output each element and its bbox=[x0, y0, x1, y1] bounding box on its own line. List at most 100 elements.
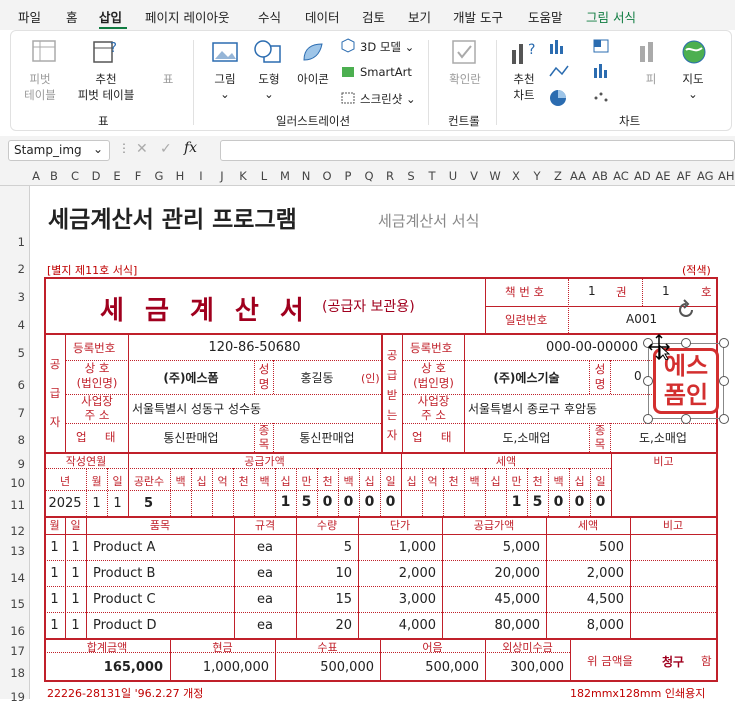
column-header[interactable]: K bbox=[235, 169, 251, 183]
column-header[interactable]: AG bbox=[697, 169, 714, 183]
map-icon bbox=[682, 40, 706, 64]
column-header[interactable]: V bbox=[466, 169, 482, 183]
column-header[interactable]: A bbox=[28, 169, 44, 183]
column-header[interactable]: S bbox=[403, 169, 419, 183]
tax-digit: 0 bbox=[574, 494, 585, 510]
map-button[interactable]: 지도 ⌄ bbox=[678, 71, 708, 101]
column-header[interactable]: AH bbox=[718, 169, 735, 183]
pivotchart-button[interactable]: 피 bbox=[637, 71, 665, 87]
resize-handle-sw[interactable] bbox=[643, 414, 653, 424]
column-header[interactable]: C bbox=[67, 169, 83, 183]
row-header[interactable]: 1 bbox=[18, 235, 25, 249]
pivot-table-button[interactable]: 피벗 테이블 bbox=[20, 71, 60, 103]
resize-handle-w[interactable] bbox=[643, 376, 653, 386]
column-header[interactable]: Z bbox=[550, 169, 566, 183]
resize-handle-e[interactable] bbox=[719, 376, 729, 386]
row-header[interactable]: 15 bbox=[10, 597, 25, 611]
row-header[interactable]: 6 bbox=[18, 378, 25, 392]
shapes-button[interactable]: 도형 ⌄ bbox=[252, 71, 286, 101]
row-header[interactable]: 12 bbox=[10, 524, 25, 538]
icons-button[interactable]: 아이콘 bbox=[292, 71, 334, 87]
row-header[interactable]: 7 bbox=[18, 406, 25, 420]
column-header[interactable]: AE bbox=[655, 169, 671, 183]
tab-insert[interactable]: 삽입 bbox=[99, 7, 122, 26]
item-price: 1,000 bbox=[398, 540, 436, 555]
row-header[interactable]: 8 bbox=[18, 433, 25, 447]
row-header[interactable]: 16 bbox=[10, 624, 25, 638]
column-header[interactable]: T bbox=[424, 169, 440, 183]
tab-page-layout[interactable]: 페이지 레이아웃 bbox=[145, 7, 229, 26]
column-header[interactable]: D bbox=[88, 169, 104, 183]
row-header[interactable]: 10 bbox=[10, 476, 25, 490]
resize-handle-ne[interactable] bbox=[719, 338, 729, 348]
smartart-button[interactable]: SmartArt bbox=[360, 65, 412, 79]
row-header[interactable]: 19 bbox=[10, 690, 25, 704]
formula-input[interactable] bbox=[220, 140, 735, 161]
column-header[interactable]: G bbox=[151, 169, 167, 183]
recommended-pivot-button[interactable]: 추천 피벗 테이블 bbox=[66, 71, 146, 103]
name-box[interactable]: Stamp_img ⌄ bbox=[8, 140, 110, 161]
enter-icon[interactable]: ✓ bbox=[160, 141, 172, 157]
column-header[interactable]: H bbox=[172, 169, 188, 183]
row-header[interactable]: 3 bbox=[18, 290, 25, 304]
column-header[interactable]: Y bbox=[529, 169, 545, 183]
column-header[interactable]: AC bbox=[613, 169, 629, 183]
row-header[interactable]: 11 bbox=[10, 498, 25, 512]
column-header[interactable]: X bbox=[508, 169, 524, 183]
checkbox-button[interactable]: 확인란 bbox=[440, 71, 490, 87]
tab-formulas[interactable]: 수식 bbox=[258, 7, 281, 26]
column-header[interactable]: I bbox=[193, 169, 209, 183]
column-header[interactable]: W bbox=[487, 169, 503, 183]
formula-more-icon[interactable]: ⋮ bbox=[118, 141, 130, 155]
column-header[interactable]: B bbox=[46, 169, 62, 183]
tab-help[interactable]: 도움말 bbox=[528, 7, 563, 26]
row-header[interactable]: 4 bbox=[18, 318, 25, 332]
tab-review[interactable]: 검토 bbox=[362, 7, 385, 26]
column-header[interactable]: AA bbox=[570, 169, 586, 183]
tab-file[interactable]: 파일 bbox=[18, 7, 41, 26]
column-header[interactable]: AF bbox=[676, 169, 692, 183]
cancel-icon[interactable]: ✕ bbox=[136, 141, 148, 157]
column-header[interactable]: P bbox=[340, 169, 356, 183]
tab-view[interactable]: 보기 bbox=[408, 7, 431, 26]
tab-picture-format[interactable]: 그림 서식 bbox=[586, 7, 636, 26]
chart-types-2-icon bbox=[593, 39, 609, 102]
row-header[interactable]: 9 bbox=[18, 457, 25, 471]
column-header[interactable]: L bbox=[256, 169, 272, 183]
row-header[interactable]: 17 bbox=[10, 644, 25, 658]
receiver-biz-label: 업 태 bbox=[412, 430, 452, 444]
column-header[interactable]: U bbox=[445, 169, 461, 183]
row-header[interactable]: 14 bbox=[10, 571, 25, 585]
column-header[interactable]: R bbox=[382, 169, 398, 183]
tab-home[interactable]: 홈 bbox=[66, 7, 78, 26]
row-header[interactable]: 2 bbox=[18, 262, 25, 276]
row-header[interactable]: 13 bbox=[10, 544, 25, 558]
column-header[interactable]: AB bbox=[592, 169, 608, 183]
screenshot-button[interactable]: 스크린샷 ⌄ bbox=[360, 91, 416, 107]
column-header[interactable]: N bbox=[298, 169, 314, 183]
tab-developer[interactable]: 개발 도구 bbox=[453, 7, 503, 26]
column-header[interactable]: AD bbox=[634, 169, 651, 183]
rotate-handle-icon[interactable] bbox=[674, 298, 698, 322]
column-header[interactable]: O bbox=[319, 169, 335, 183]
item-supply: 20,000 bbox=[494, 566, 541, 581]
column-header[interactable]: M bbox=[277, 169, 293, 183]
column-header[interactable]: Q bbox=[361, 169, 377, 183]
function-icon[interactable]: fx bbox=[184, 140, 197, 156]
resize-handle-s[interactable] bbox=[681, 414, 691, 424]
column-header[interactable]: F bbox=[130, 169, 146, 183]
resize-handle-se[interactable] bbox=[719, 414, 729, 424]
group-charts-label: 차트 bbox=[619, 114, 641, 128]
item-tax: 4,500 bbox=[586, 592, 624, 607]
item-price: 2,000 bbox=[398, 566, 436, 581]
picture-button[interactable]: 그림 ⌄ bbox=[208, 71, 242, 101]
table-button[interactable]: 표 bbox=[158, 71, 178, 87]
recommended-charts-button[interactable]: 추천 차트 bbox=[505, 71, 543, 103]
row-header[interactable]: 5 bbox=[18, 346, 25, 360]
column-header[interactable]: J bbox=[214, 169, 230, 183]
tab-data[interactable]: 데이터 bbox=[305, 7, 340, 26]
3d-model-button[interactable]: 3D 모델 ⌄ bbox=[360, 39, 414, 55]
row-header[interactable]: 18 bbox=[10, 666, 25, 680]
resize-handle-n[interactable] bbox=[681, 338, 691, 348]
column-header[interactable]: E bbox=[109, 169, 125, 183]
